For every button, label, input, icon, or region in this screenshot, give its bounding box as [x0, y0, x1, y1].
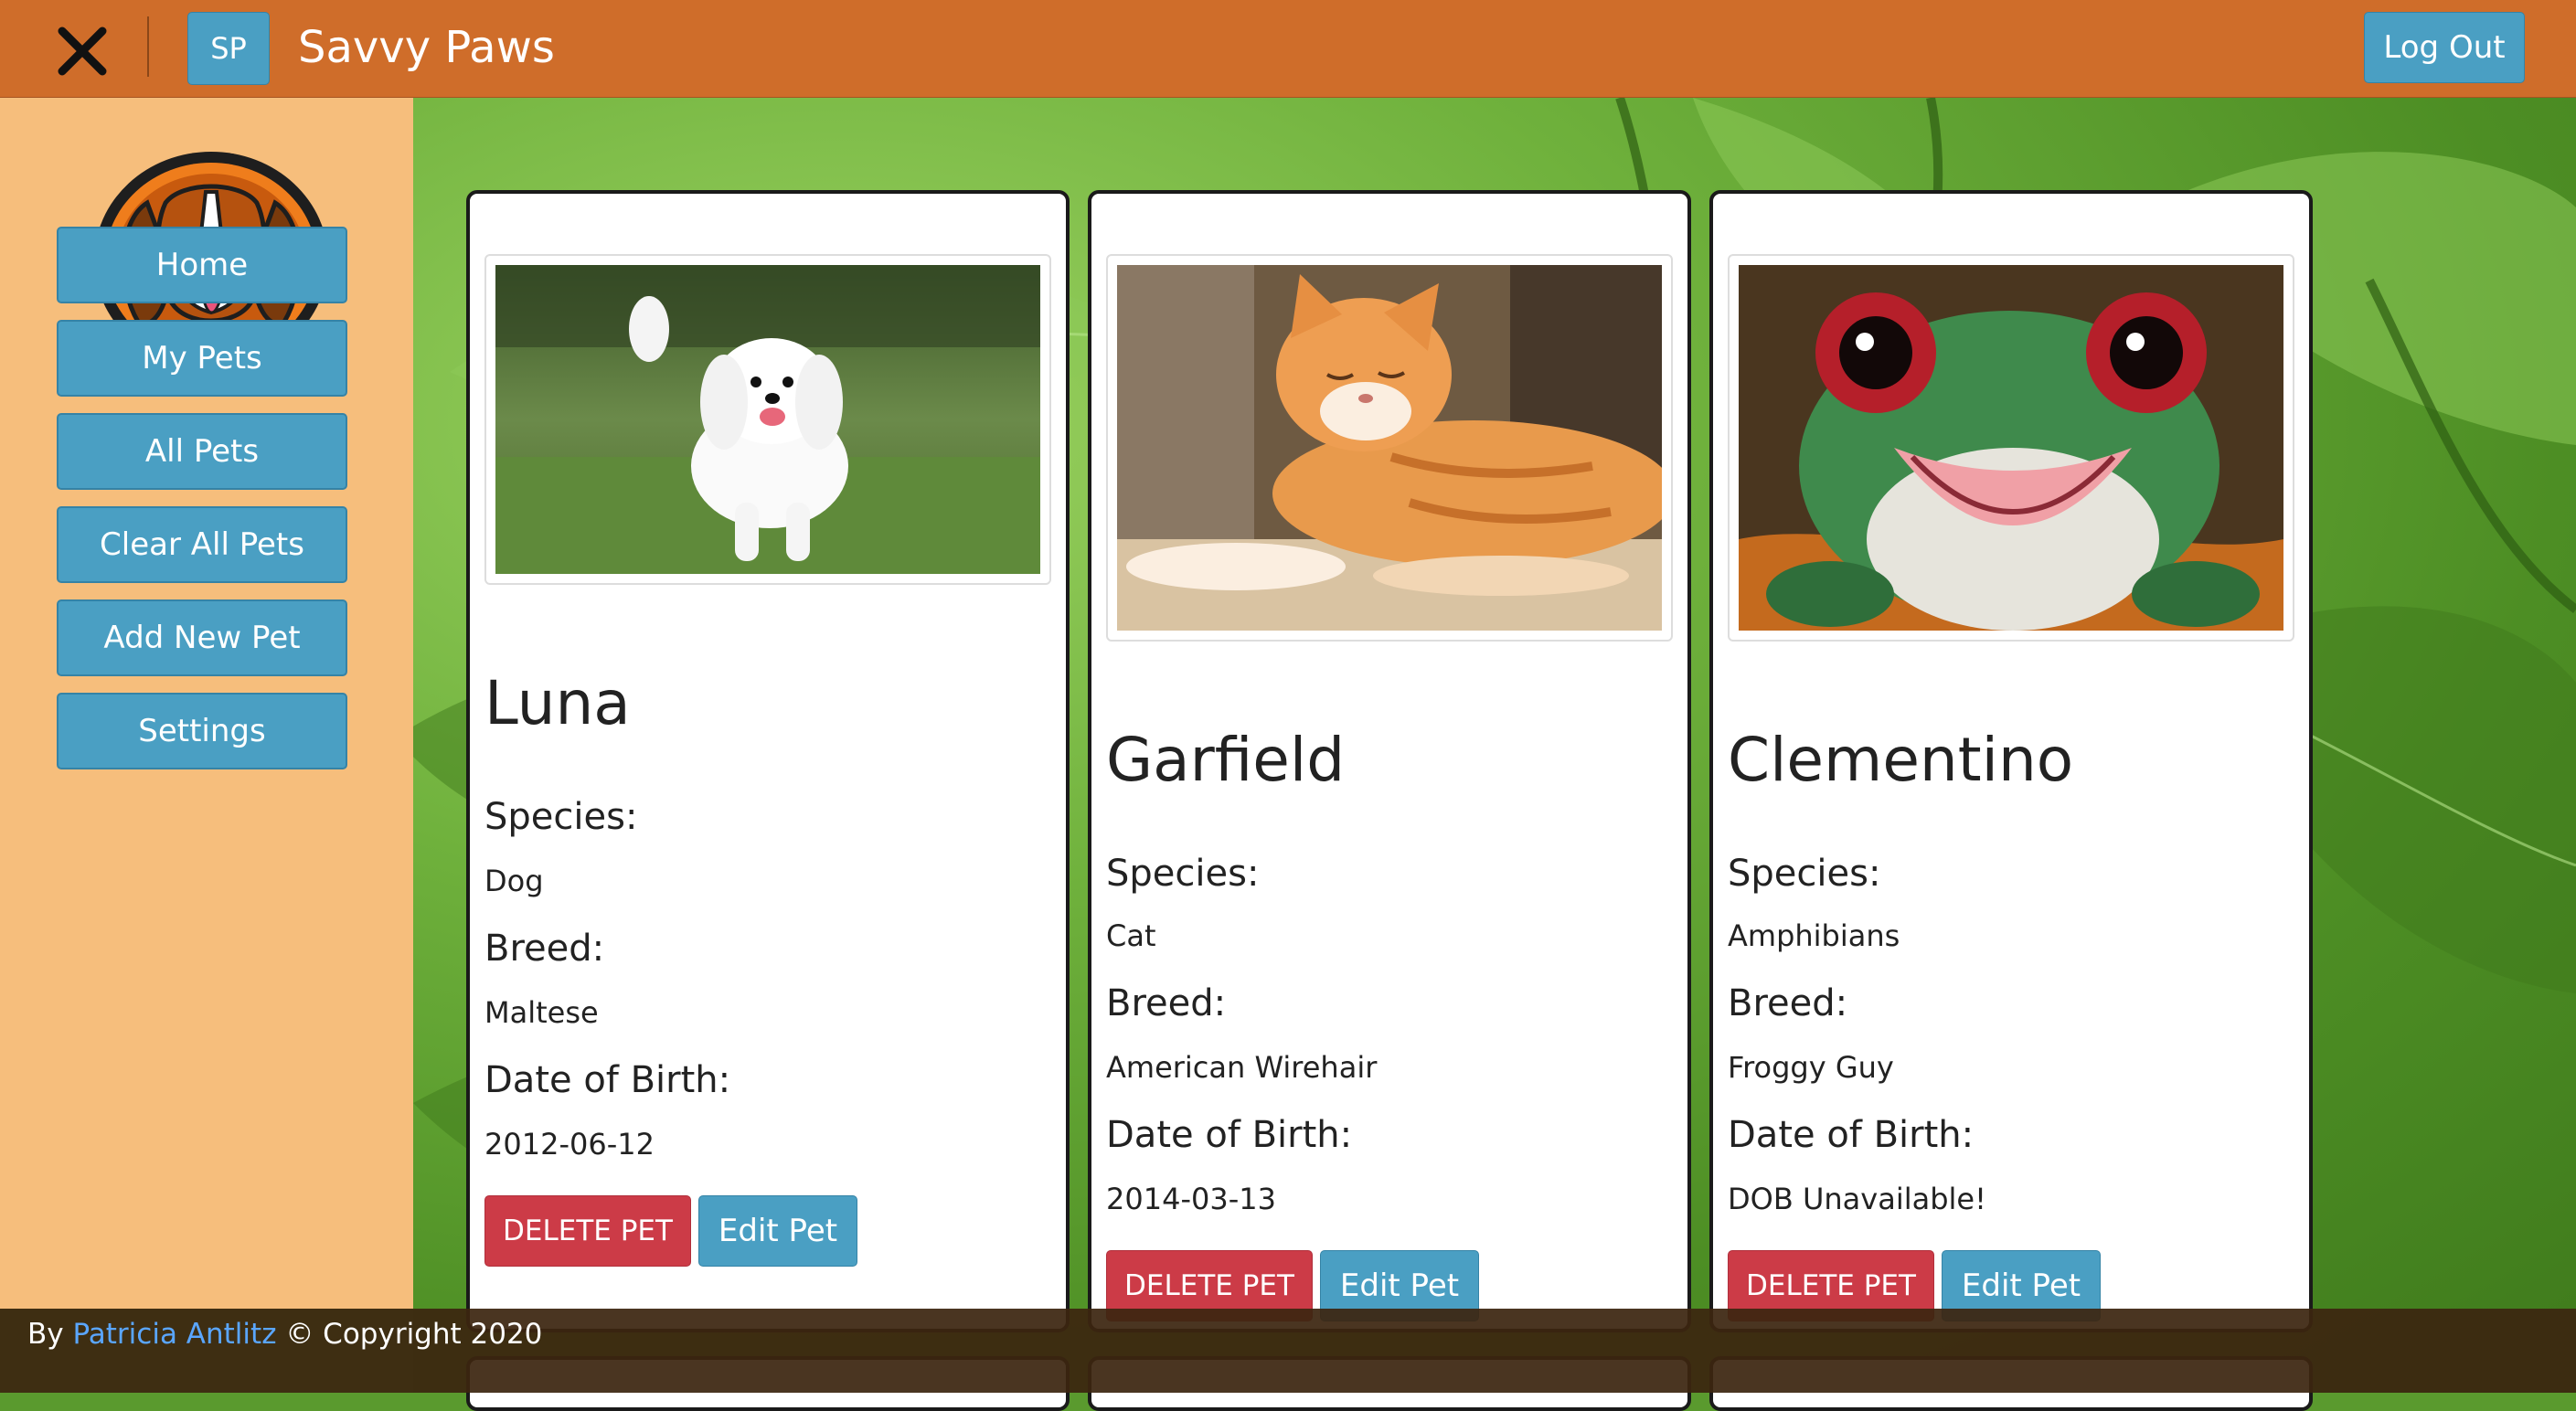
breed-value: American Wirehair — [1106, 1050, 1378, 1085]
breed-label: Breed: — [484, 928, 605, 970]
logout-button[interactable]: Log Out — [2364, 12, 2525, 83]
cat-photo — [1117, 265, 1662, 631]
edit-pet-button[interactable]: Edit Pet — [698, 1195, 857, 1267]
species-value: Amphibians — [1728, 918, 1900, 953]
breed-value: Maltese — [484, 995, 599, 1030]
pet-card-luna: Luna Species: Dog Breed: Maltese Date of… — [466, 190, 1070, 1332]
sidebar-item-all-pets[interactable]: All Pets — [57, 413, 347, 490]
dob-value: DOB Unavailable! — [1728, 1182, 1986, 1216]
frog-photo — [1739, 265, 2283, 631]
dob-value: 2014-03-13 — [1106, 1182, 1276, 1216]
navbar-divider — [147, 16, 149, 77]
pet-photo-frame — [484, 254, 1051, 585]
app-title: Savvy Paws — [298, 22, 555, 73]
species-label: Species: — [1728, 853, 1881, 895]
sidebar-item-clear-all-pets[interactable]: Clear All Pets — [57, 506, 347, 583]
species-label: Species: — [484, 796, 638, 838]
breed-label: Breed: — [1728, 982, 1848, 1024]
sidebar-item-home[interactable]: Home — [57, 227, 347, 303]
top-navbar: SP Savvy Paws Log Out — [0, 0, 2576, 98]
dob-label: Date of Birth: — [1728, 1114, 1975, 1156]
sidebar-item-add-new-pet[interactable]: Add New Pet — [57, 599, 347, 676]
pet-name: Garfield — [1106, 725, 1346, 795]
pet-photo-frame — [1106, 254, 1673, 642]
species-label: Species: — [1106, 853, 1260, 895]
breed-value: Froggy Guy — [1728, 1050, 1894, 1085]
delete-pet-button[interactable]: DELETE PET — [484, 1195, 691, 1267]
breed-label: Breed: — [1106, 982, 1227, 1024]
species-value: Cat — [1106, 918, 1156, 953]
footer-by: By — [27, 1318, 64, 1351]
pet-photo-frame — [1728, 254, 2294, 642]
close-icon[interactable] — [53, 22, 112, 80]
dog-photo — [495, 265, 1040, 574]
sidebar-item-my-pets[interactable]: My Pets — [57, 320, 347, 397]
sidebar: Home My Pets All Pets Clear All Pets Add… — [0, 98, 413, 1309]
author-link[interactable]: Patricia Antlitz — [72, 1318, 276, 1351]
species-value: Dog — [484, 864, 544, 898]
copyright-text: © Copyright 2020 — [285, 1318, 543, 1351]
footer: By Patricia Antlitz © Copyright 2020 — [0, 1309, 2576, 1393]
pet-card-clementino: Clementino Species: Amphibians Breed: Fr… — [1709, 190, 2313, 1332]
pet-name: Clementino — [1728, 725, 2074, 795]
pet-card-garfield: Garfield Species: Cat Breed: American Wi… — [1088, 190, 1691, 1332]
sidebar-item-settings[interactable]: Settings — [57, 693, 347, 769]
brand-badge[interactable]: SP — [187, 12, 270, 85]
pet-name: Luna — [484, 668, 631, 738]
dob-value: 2012-06-12 — [484, 1127, 655, 1162]
dob-label: Date of Birth: — [484, 1059, 731, 1101]
dob-label: Date of Birth: — [1106, 1114, 1353, 1156]
